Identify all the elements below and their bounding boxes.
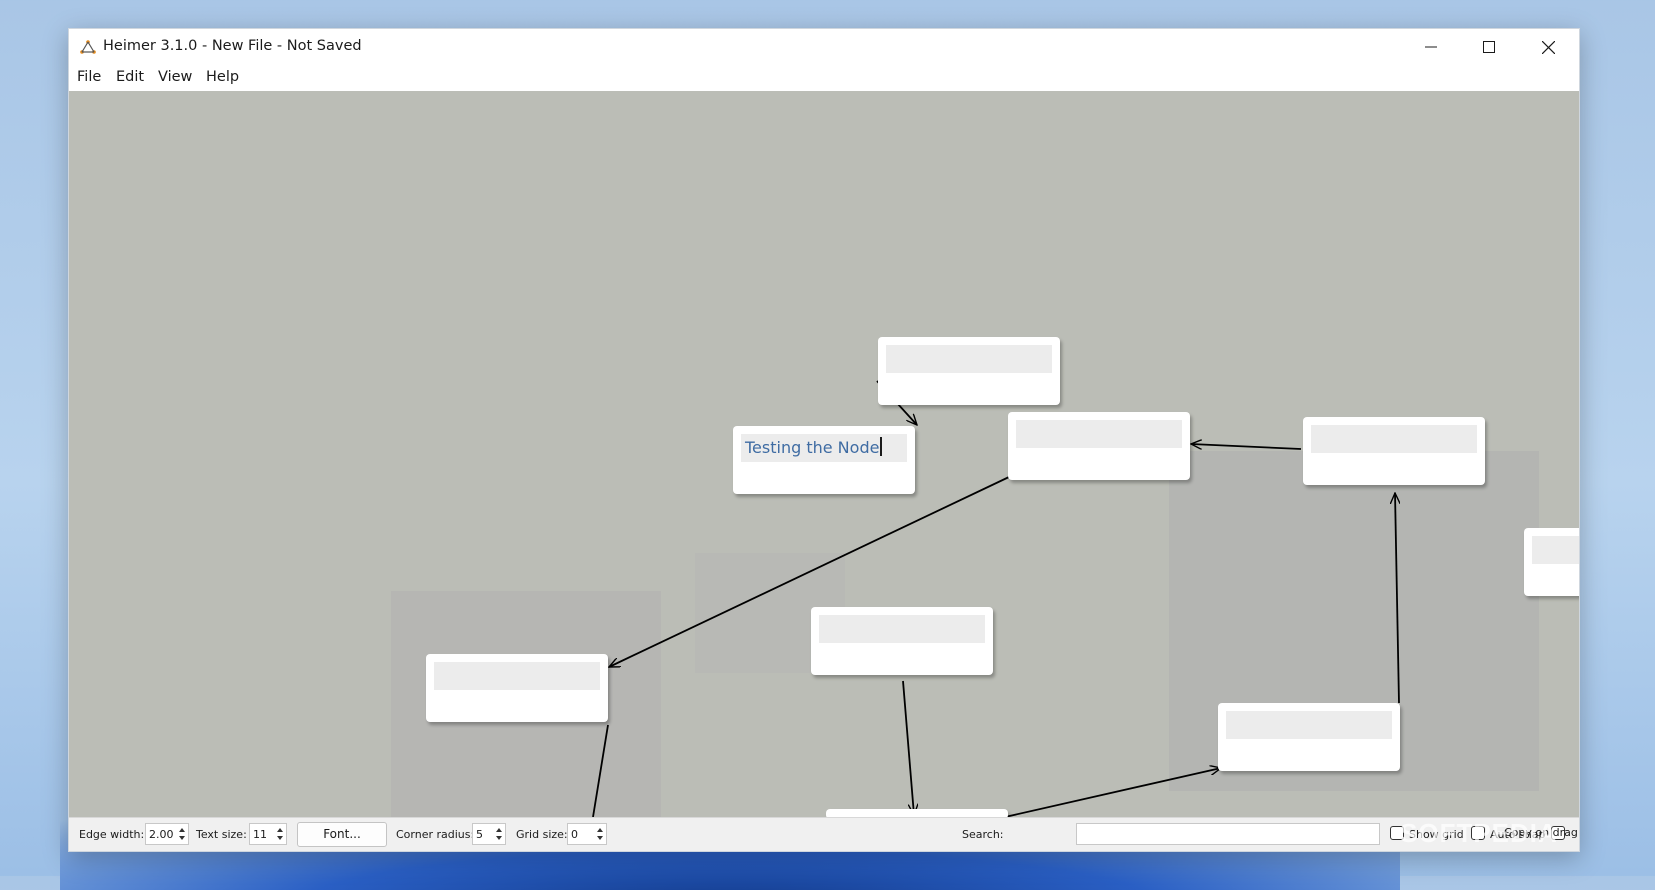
spin-arrows-icon[interactable] [274,824,286,844]
node-text-field[interactable] [434,662,600,690]
mindmap-node[interactable] [426,654,608,722]
close-button[interactable] [1519,29,1577,65]
menu-file[interactable]: File [77,69,101,85]
text-size-label: Text size: [196,828,247,841]
spin-arrows-icon[interactable] [594,824,606,844]
minimize-button[interactable] [1402,29,1460,65]
edge-width-value: 2.00 [149,828,174,841]
corner-radius-value: 5 [476,828,483,841]
search-input[interactable] [1076,823,1380,845]
maximize-icon [1483,41,1495,53]
mindmap-node[interactable] [878,337,1060,405]
node-text-field[interactable] [1311,425,1477,453]
mindmap-node[interactable] [1008,412,1190,480]
app-window: Heimer 3.1.0 - New File - Not Saved File… [68,28,1580,852]
bottom-toolbar: Edge width: 2.00 Text size: 11 Font... C… [69,817,1579,851]
edge[interactable] [1191,444,1302,450]
text-caret [880,437,882,456]
mindmap-canvas[interactable]: Testing the Node [69,91,1579,817]
grid-size-spinbox[interactable]: 0 [567,823,607,845]
mindmap-node[interactable] [826,809,1008,817]
edge[interactable] [902,680,914,815]
node-text-field[interactable] [1226,711,1392,739]
menu-help[interactable]: Help [206,69,239,85]
grid-size-label: Grid size: [516,828,568,841]
text-size-spinbox[interactable]: 11 [249,823,287,845]
edge[interactable] [1004,768,1221,817]
mindmap-node[interactable] [1218,703,1400,771]
node-text-field[interactable] [1532,536,1579,564]
edge[interactable] [1395,493,1399,704]
corner-radius-spinbox[interactable]: 5 [472,823,506,845]
window-title: Heimer 3.1.0 - New File - Not Saved [103,38,362,54]
node-text-field[interactable] [886,345,1052,373]
text-size-value: 11 [253,828,267,841]
menu-edit[interactable]: Edit [116,69,144,85]
mindmap-node-editing[interactable]: Testing the Node [733,426,915,494]
softpedia-watermark: SOFTPEDIA [1400,818,1558,848]
grid-size-value: 0 [571,828,578,841]
font-button[interactable]: Font... [297,822,387,847]
node-text-field[interactable] [819,615,985,643]
node-text-field[interactable]: Testing the Node [741,434,907,462]
close-icon [1541,40,1555,54]
edge-width-label: Edge width: [79,828,145,841]
menu-view[interactable]: View [158,69,192,85]
mindmap-node[interactable] [1303,417,1485,485]
minimize-icon [1425,46,1437,48]
node-text-field[interactable] [1016,420,1182,448]
spin-arrows-icon[interactable] [176,824,188,844]
node-text: Testing the Node [745,438,880,457]
corner-radius-label: Corner radius: [396,828,475,841]
title-bar[interactable]: Heimer 3.1.0 - New File - Not Saved [69,29,1579,65]
mindmap-node[interactable] [811,607,993,675]
edge[interactable] [592,724,609,817]
mindmap-node[interactable] [1524,528,1579,596]
heimer-app-icon [80,40,96,54]
edge-width-spinbox[interactable]: 2.00 [145,823,189,845]
maximize-button[interactable] [1460,29,1518,65]
search-label: Search: [962,828,1004,841]
spin-arrows-icon[interactable] [493,824,505,844]
menu-bar: File Edit View Help [69,65,1579,91]
